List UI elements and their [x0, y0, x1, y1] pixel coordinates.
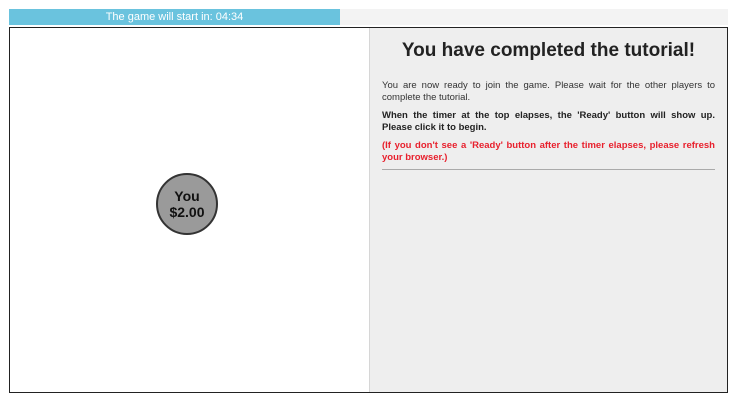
countdown-timer-track	[340, 9, 728, 25]
instructions-paragraph-warning: (If you don't see a 'Ready' button after…	[382, 140, 715, 163]
instructions-divider	[382, 169, 715, 170]
countdown-timer-bar: The game will start in: 04:34	[9, 9, 340, 25]
network-canvas: You $2.00	[10, 28, 369, 392]
instructions-paragraph-ready: You are now ready to join the game. Plea…	[382, 80, 715, 103]
player-node-name: You	[174, 188, 200, 204]
countdown-timer-label: The game will start in: 04:34	[105, 11, 244, 23]
player-node-you: You $2.00	[156, 173, 218, 235]
instructions-title: You have completed the tutorial!	[401, 40, 696, 61]
game-area: You $2.00 You have completed the tutoria…	[9, 27, 728, 393]
player-node-amount: $2.00	[169, 204, 205, 220]
app-frame: The game will start in: 04:34 You $2.00 …	[0, 0, 737, 412]
instructions-panel: You have completed the tutorial! You are…	[369, 28, 727, 392]
instructions-paragraph-timer: When the timer at the top elapses, the '…	[382, 110, 715, 133]
